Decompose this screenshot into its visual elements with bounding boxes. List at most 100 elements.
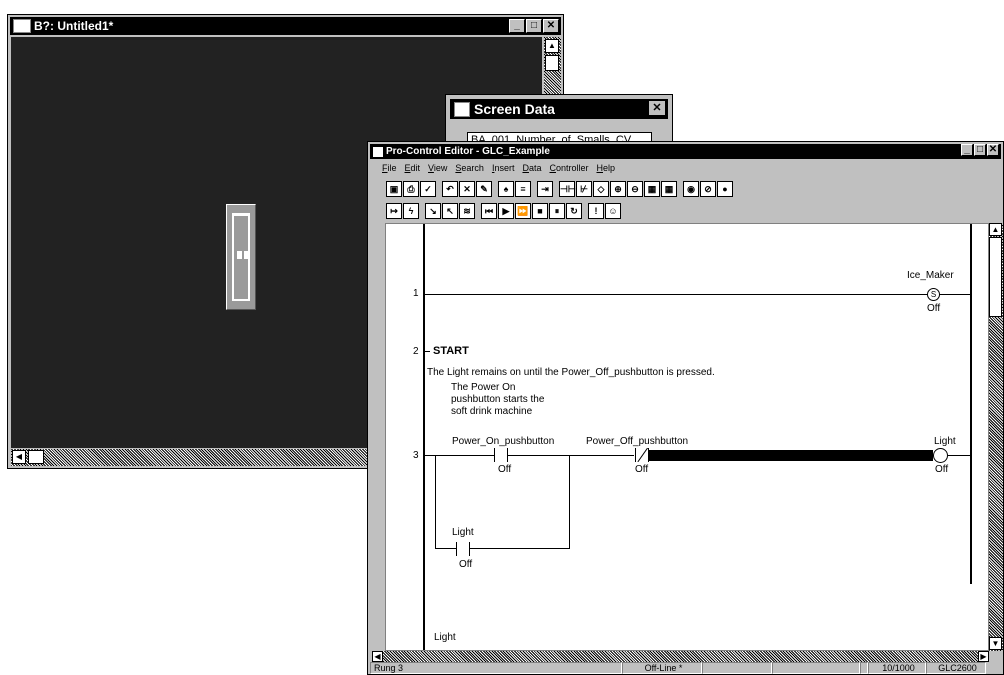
- set-coil-icon[interactable]: S: [927, 288, 940, 301]
- rung-1-coil-state: Off: [927, 303, 941, 314]
- rung-1-number: 1: [413, 288, 419, 299]
- coil-light-state: Off: [935, 464, 949, 475]
- scroll-up-button[interactable]: ▲: [545, 39, 559, 53]
- menu-view[interactable]: View: [428, 163, 447, 177]
- rung-3-number: 3: [413, 450, 419, 461]
- screen-data-titlebar[interactable]: Screen Data ✕: [450, 99, 668, 119]
- menu-bar: File Edit View Search Insert Data Contro…: [382, 163, 615, 177]
- editor-minimize-button[interactable]: _: [961, 144, 973, 156]
- delete-icon[interactable]: ✕: [459, 181, 475, 197]
- rung-2-label: START: [433, 345, 469, 357]
- editor-titlebar[interactable]: Pro-Control Editor - GLC_Example _ □ ✕: [370, 144, 1001, 159]
- left-power-rail: [423, 224, 425, 650]
- screen-data-title: Screen Data: [474, 101, 555, 117]
- pause-icon[interactable]: ⏸: [549, 203, 565, 219]
- seven-segment-display[interactable]: [226, 204, 256, 310]
- menu-controller[interactable]: Controller: [549, 163, 588, 177]
- reset-icon[interactable]: ↻: [566, 203, 582, 219]
- fast-forward-icon[interactable]: ⏩: [515, 203, 531, 219]
- status-count: 10/1000: [868, 662, 926, 674]
- menu-data[interactable]: Data: [522, 163, 541, 177]
- status-empty-1: [702, 662, 772, 674]
- editor-scroll-thumb[interactable]: [989, 237, 1002, 317]
- save-icon[interactable]: ▣: [386, 181, 402, 197]
- download-icon[interactable]: ↘: [425, 203, 441, 219]
- print-icon[interactable]: ⎙: [403, 181, 419, 197]
- pro-control-editor-window: Pro-Control Editor - GLC_Example _ □ ✕ F…: [367, 141, 1004, 675]
- alert-icon[interactable]: !: [588, 203, 604, 219]
- editor-scroll-right-button[interactable]: ▶: [978, 651, 989, 662]
- screen-editor-titlebar[interactable]: B?: Untitled1* _ □ ✕: [10, 17, 561, 35]
- coil-light[interactable]: [933, 448, 948, 463]
- screen-editor-title: B?: Untitled1*: [34, 19, 114, 33]
- rung-2-note-line-2: pushbutton starts the: [451, 394, 545, 405]
- rewind-icon[interactable]: ⏮: [481, 203, 497, 219]
- maximize-button[interactable]: □: [526, 19, 542, 33]
- close-button[interactable]: ✕: [543, 19, 559, 33]
- h-scroll-thumb[interactable]: [28, 450, 44, 464]
- nc-contact-power-off[interactable]: [635, 448, 649, 462]
- contact-power-off-label: Power_Off_pushbutton: [586, 436, 689, 447]
- menu-help[interactable]: Help: [597, 163, 616, 177]
- replace-icon[interactable]: ≡: [515, 181, 531, 197]
- branch-start-icon[interactable]: ⊕: [610, 181, 626, 197]
- function-block-icon[interactable]: ▦: [644, 181, 660, 197]
- help-icon[interactable]: ●: [717, 181, 733, 197]
- editor-scroll-down-button[interactable]: ▼: [989, 637, 1002, 650]
- find-icon[interactable]: ♠: [498, 181, 514, 197]
- menu-edit[interactable]: Edit: [405, 163, 421, 177]
- rung-2-note-line-3: soft drink machine: [451, 406, 533, 417]
- rung-3-line-c: [948, 455, 970, 456]
- menu-insert[interactable]: Insert: [492, 163, 515, 177]
- upload-icon[interactable]: ↖: [442, 203, 458, 219]
- editor-scroll-up-button[interactable]: ▲: [989, 223, 1002, 236]
- editor-scroll-left-button[interactable]: ◀: [372, 651, 383, 662]
- status-rung: Rung 3: [370, 662, 622, 674]
- rung-2-note-line-1: The Power On: [451, 382, 516, 393]
- edit-icon[interactable]: ✎: [476, 181, 492, 197]
- run-icon[interactable]: ▶: [498, 203, 514, 219]
- compare-icon[interactable]: ≋: [459, 203, 475, 219]
- insert-rung-icon[interactable]: ⇥: [537, 181, 553, 197]
- editor-maximize-button[interactable]: □: [974, 144, 986, 156]
- segment-right-nub: [244, 251, 249, 259]
- right-power-rail: [970, 224, 972, 584]
- rung-2-tick: [425, 351, 430, 352]
- ladder-editor[interactable]: 1 Ice_Maker S Off 2 START The Light rema…: [385, 223, 989, 651]
- editor-horizontal-scrollbar[interactable]: [372, 651, 989, 662]
- function-block-2-icon[interactable]: ▦: [661, 181, 677, 197]
- contact-power-on-label: Power_On_pushbutton: [452, 436, 555, 447]
- window-icon: [13, 19, 31, 33]
- close-icon[interactable]: ✕: [649, 101, 665, 115]
- editor-close-button[interactable]: ✕: [987, 144, 999, 156]
- contact-power-off-state: Off: [635, 464, 649, 475]
- monitor-icon[interactable]: ◉: [683, 181, 699, 197]
- status-bar: Rung 3 Off-Line * 10/1000 GLC2600: [370, 662, 1001, 674]
- rung-1-line: [425, 294, 970, 295]
- no-contact-light[interactable]: [456, 542, 470, 556]
- lightning-icon[interactable]: ϟ: [403, 203, 419, 219]
- stop-icon[interactable]: ⊘: [700, 181, 716, 197]
- verify-icon[interactable]: ✓: [420, 181, 436, 197]
- scroll-left-button[interactable]: ◀: [12, 450, 26, 464]
- power-flow-bar: [648, 450, 933, 461]
- nc-contact-icon[interactable]: ⊬: [576, 181, 592, 197]
- rung-2-number: 2: [413, 346, 419, 357]
- status-empty-2: [772, 662, 860, 674]
- branch-contact-label: Light: [452, 527, 474, 538]
- stop-square-icon[interactable]: ■: [532, 203, 548, 219]
- menu-search[interactable]: Search: [455, 163, 484, 177]
- rung-4-label: Light: [434, 632, 456, 643]
- rung-2-comment: The Light remains on until the Power_Off…: [427, 367, 715, 378]
- scroll-thumb[interactable]: [545, 55, 559, 71]
- user-icon[interactable]: ☺: [605, 203, 621, 219]
- minimize-button[interactable]: _: [509, 19, 525, 33]
- online-icon[interactable]: ↦: [386, 203, 402, 219]
- no-contact-icon[interactable]: ⊣⊢: [559, 181, 576, 197]
- undo-icon[interactable]: ↶: [442, 181, 458, 197]
- toolbar-1: ▣ ⎙ ✓ ↶ ✕ ✎ ♠ ≡ ⇥ ⊣⊢ ⊬ ◇ ⊕ ⊖ ▦ ▦ ◉ ⊘ ●: [386, 179, 733, 199]
- coil-icon[interactable]: ◇: [593, 181, 609, 197]
- branch-end-icon[interactable]: ⊖: [627, 181, 643, 197]
- menu-file[interactable]: File: [382, 163, 397, 177]
- nc-slash: [637, 448, 648, 462]
